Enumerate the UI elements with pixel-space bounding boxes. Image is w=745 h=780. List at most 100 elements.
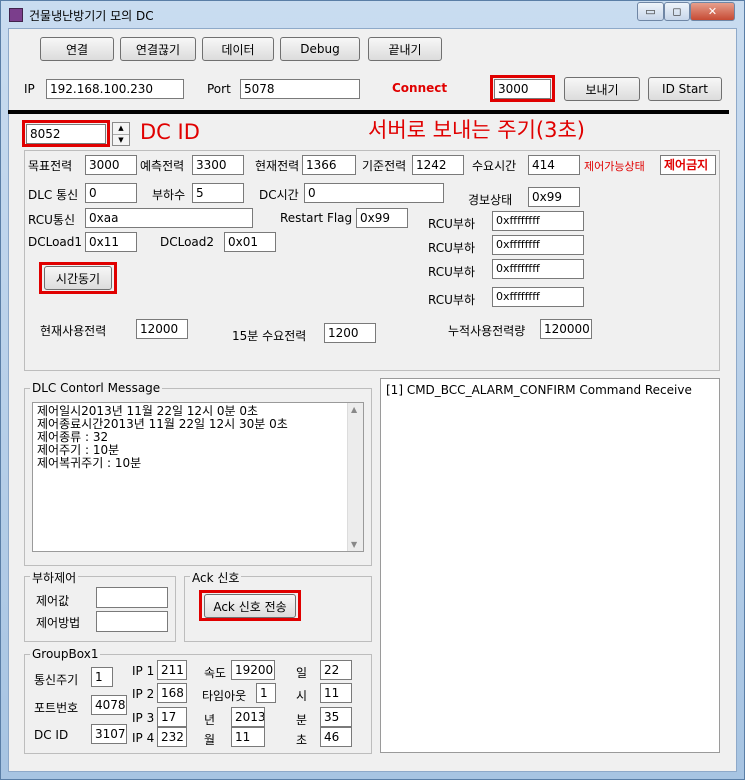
maximize-icon: ◻ <box>672 5 682 18</box>
ack-highlight <box>199 590 301 621</box>
dlc-comm-label: DLC 통신 <box>28 188 79 202</box>
rcu-load-field[interactable]: 0xffffffff <box>492 259 584 279</box>
memo-line: 제어복귀주기 : 10분 <box>37 456 142 470</box>
data-button[interactable]: 데이터 <box>202 37 274 61</box>
port-input[interactable]: 5078 <box>240 79 360 99</box>
dcload1-label: DCLoad1 <box>28 235 83 249</box>
demand-time-field[interactable]: 414 <box>528 155 580 175</box>
groupbox1-title: GroupBox1 <box>30 647 101 661</box>
close-icon: ✕ <box>707 5 718 18</box>
rcu-load-field[interactable]: 0xffffffff <box>492 211 584 231</box>
spin-down-icon[interactable]: ▼ <box>113 135 129 146</box>
ip2-field[interactable]: 168 <box>157 683 187 703</box>
comm-period-label: 통신주기 <box>34 673 79 687</box>
dcload1-field[interactable]: 0x11 <box>85 232 137 252</box>
month-label: 월 <box>204 733 216 747</box>
log-listbox[interactable]: [1] CMD_BCC_ALARM_CONFIRM Command Receiv… <box>380 378 720 753</box>
close-button[interactable]: ✕ <box>690 2 735 21</box>
rcu-load-field[interactable]: 0xffffffff <box>492 287 584 307</box>
timeout-field[interactable]: 1 <box>256 683 276 703</box>
dlc-message-memo[interactable]: 제어일시2013년 11월 22일 12시 0분 0초 제어종료시간2013년 … <box>32 402 364 552</box>
rcu-comm-field[interactable]: 0xaa <box>85 208 253 228</box>
control-state-label: 제어가능상태 <box>584 160 645 173</box>
year-field[interactable]: 2013 <box>231 707 265 727</box>
debug-button[interactable]: Debug <box>280 37 360 61</box>
target-power-field[interactable]: 3000 <box>85 155 137 175</box>
cumulative-field[interactable]: 120000 <box>540 319 592 339</box>
memo-scrollbar[interactable]: ▲ ▼ <box>347 403 363 551</box>
month-field[interactable]: 11 <box>231 727 265 747</box>
ip1-label: IP 1 <box>132 664 155 678</box>
scroll-down-icon[interactable]: ▼ <box>351 540 357 549</box>
connect-button[interactable]: 연결 <box>40 37 114 61</box>
dlc-comm-field[interactable]: 0 <box>85 183 137 203</box>
minimize-button[interactable]: ▭ <box>637 2 664 21</box>
id-start-button[interactable]: ID Start <box>648 77 722 101</box>
alarm-label: 경보상태 <box>468 193 513 207</box>
period-highlight <box>490 75 555 102</box>
control-state-field[interactable]: 제어금지 <box>660 155 716 175</box>
minimize-icon: ▭ <box>645 5 656 18</box>
cumulative-label: 누적사용전력량 <box>448 324 526 338</box>
restart-flag-field[interactable]: 0x99 <box>356 208 408 228</box>
dcload2-field[interactable]: 0x01 <box>224 232 276 252</box>
maximize-button[interactable]: ◻ <box>664 2 690 21</box>
control-method-field[interactable] <box>96 611 168 632</box>
gb-dcid-label: DC ID <box>34 728 69 742</box>
predicted-power-field[interactable]: 3300 <box>192 155 244 175</box>
ip3-label: IP 3 <box>132 711 155 725</box>
second-field[interactable]: 46 <box>320 727 352 747</box>
window-title: 건물냉난방기기 모의 DC <box>29 9 154 23</box>
dlc-message-title: DLC Contorl Message <box>30 381 163 395</box>
scroll-up-icon[interactable]: ▲ <box>351 405 357 414</box>
rcu-load-label: RCU부하 <box>428 217 475 231</box>
disconnect-button[interactable]: 연결끊기 <box>120 37 196 61</box>
hour-field[interactable]: 11 <box>320 683 352 703</box>
speed-label: 속도 <box>204 666 227 680</box>
day-field[interactable]: 22 <box>320 660 352 680</box>
dc-time-label: DC시간 <box>259 188 299 202</box>
minute-label: 분 <box>296 713 308 727</box>
dc-id-spinner[interactable]: ▲ ▼ <box>112 122 130 146</box>
current-usage-field[interactable]: 12000 <box>136 319 188 339</box>
comm-period-field[interactable]: 1 <box>91 667 113 687</box>
rcu-load-field[interactable]: 0xffffffff <box>492 235 584 255</box>
day-label: 일 <box>296 666 308 680</box>
ip2-label: IP 2 <box>132 687 155 701</box>
app-icon <box>9 8 23 22</box>
ip-label: IP <box>24 82 35 96</box>
target-power-label: 목표전력 <box>28 159 73 173</box>
port-number-label: 포트번호 <box>34 701 79 715</box>
title-bar[interactable]: 건물냉난방기기 모의 DC ▭ ◻ ✕ <box>1 1 745 29</box>
quit-button[interactable]: 끝내기 <box>368 37 442 61</box>
control-value-field[interactable] <box>96 587 168 608</box>
send-button[interactable]: 보내기 <box>564 77 640 101</box>
port-number-field[interactable]: 4078 <box>91 695 127 715</box>
ip-input[interactable]: 192.168.100.230 <box>46 79 184 99</box>
load-count-field[interactable]: 5 <box>192 183 244 203</box>
second-label: 초 <box>296 733 308 747</box>
dcload2-label: DCLoad2 <box>160 235 215 249</box>
rcu-comm-label: RCU통신 <box>28 213 75 227</box>
year-label: 년 <box>204 713 216 727</box>
ip1-field[interactable]: 211 <box>157 660 187 680</box>
spin-up-icon[interactable]: ▲ <box>113 123 129 135</box>
demand15-field[interactable]: 1200 <box>324 323 376 343</box>
ip3-field[interactable]: 17 <box>157 707 187 727</box>
ip4-field[interactable]: 232 <box>157 727 187 747</box>
gb-dcid-field[interactable]: 3107 <box>91 724 127 744</box>
base-power-field[interactable]: 1242 <box>412 155 464 175</box>
minute-field[interactable]: 35 <box>320 707 352 727</box>
load-count-label: 부하수 <box>152 188 186 202</box>
predicted-power-label: 예측전력 <box>140 159 185 173</box>
current-power-field[interactable]: 1366 <box>302 155 356 175</box>
speed-field[interactable]: 19200 <box>231 660 275 680</box>
dc-time-field[interactable]: 0 <box>304 183 444 203</box>
period-annotation: 서버로 보내는 주기(3초) <box>368 118 585 142</box>
load-control-title: 부하제어 <box>30 569 79 586</box>
port-label: Port <box>207 82 231 96</box>
log-line: [1] CMD_BCC_ALARM_CONFIRM Command Receiv… <box>386 383 692 397</box>
connect-status: Connect <box>392 81 448 95</box>
alarm-field[interactable]: 0x99 <box>528 187 580 207</box>
dc-id-highlight <box>22 120 110 147</box>
